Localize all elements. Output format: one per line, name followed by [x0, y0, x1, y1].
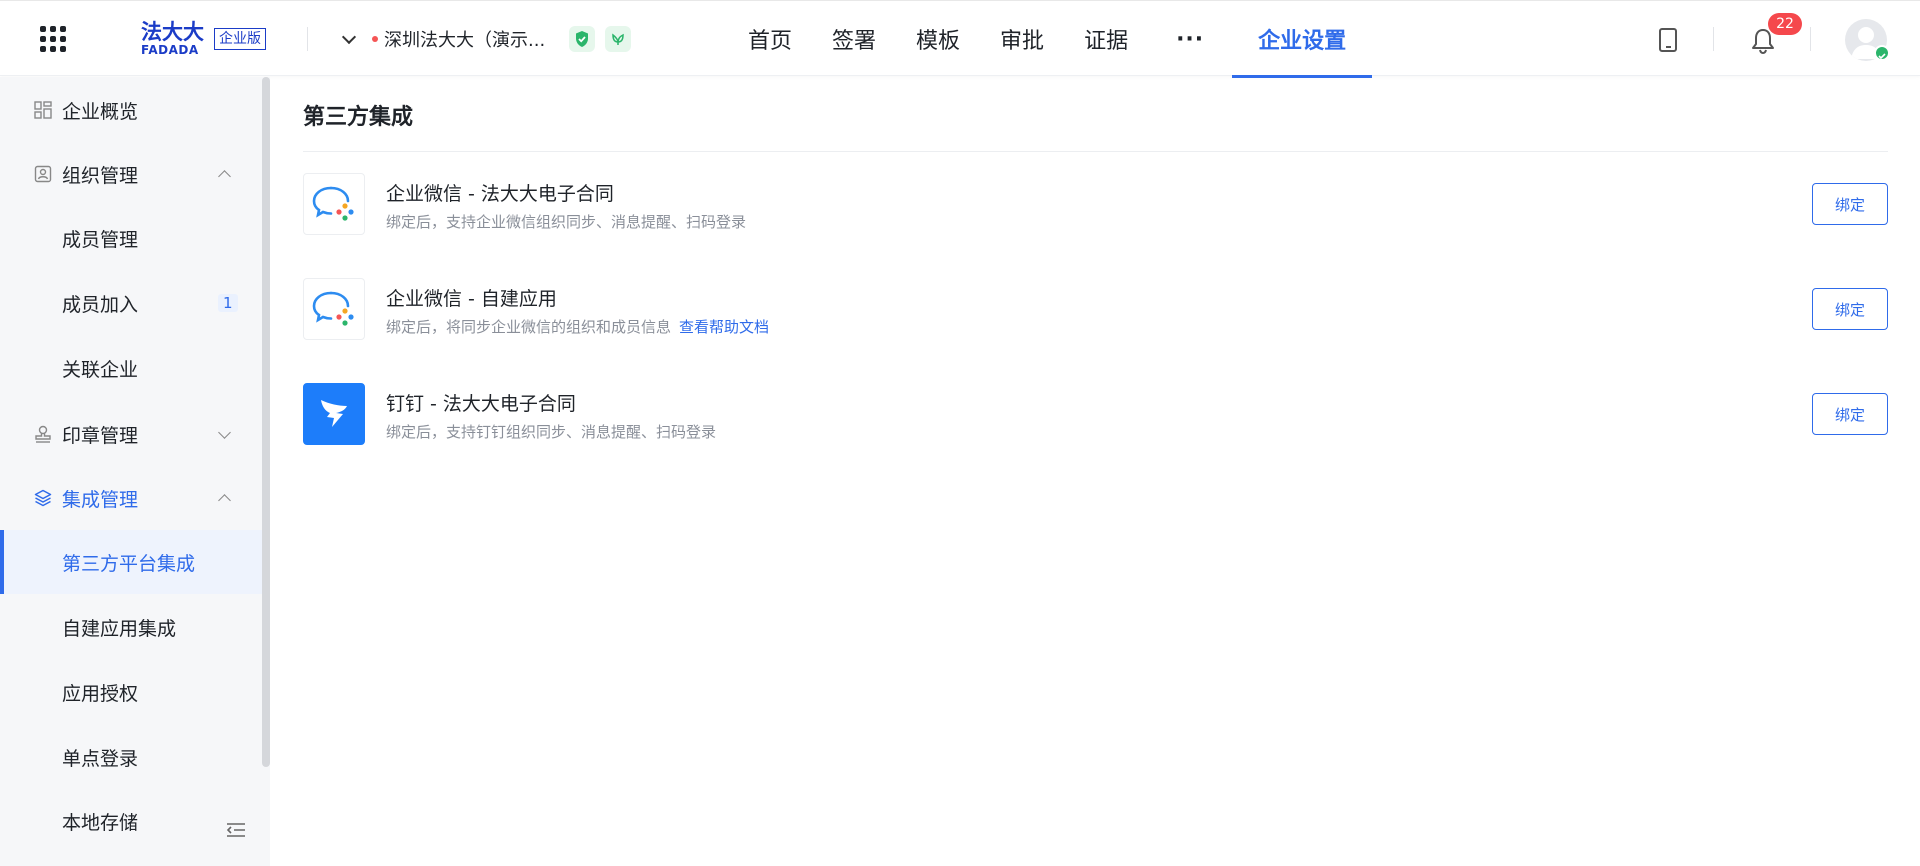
sidebar-item-third-party[interactable]: 第三方平台集成 [0, 530, 262, 594]
sidebar-item-member-join[interactable]: 成员加入 1 [0, 271, 262, 335]
org-icon [34, 165, 52, 183]
layers-icon [34, 489, 52, 507]
sidebar-item-label: 关联企业 [62, 358, 139, 381]
wecom-icon [303, 173, 365, 235]
sidebar-item-label: 本地存储 [62, 811, 139, 834]
brand-mark: 法大大 FADADA [141, 20, 204, 57]
sidebar-item-label: 应用授权 [62, 682, 139, 705]
company-name: 深圳法大大（演示... [384, 30, 546, 51]
wecom-icon [303, 278, 365, 340]
chevron-up-icon [218, 169, 231, 183]
page-title: 第三方集成 [303, 105, 414, 130]
integration-desc: 绑定后，支持钉钉组织同步、消息提醒、扫码登录 [386, 423, 717, 441]
integration-title: 钉钉 - 法大大电子合同 [386, 393, 576, 415]
sidebar-item-seal[interactable]: 印章管理 [0, 402, 262, 466]
sidebar-item-label: 自建应用集成 [62, 617, 177, 640]
main-nav: 首页 签署 模板 审批 证据 ··· 企业设置 [728, 1, 1373, 78]
integration-row: 企业微信 - 法大大电子合同 绑定后，支持企业微信组织同步、消息提醒、扫码登录 … [303, 173, 1888, 237]
integration-row: 钉钉 - 法大大电子合同 绑定后，支持钉钉组织同步、消息提醒、扫码登录 绑定 [303, 383, 1888, 447]
sidebar-item-label: 第三方平台集成 [62, 552, 196, 575]
app-grid-icon[interactable] [40, 26, 66, 52]
nav-more[interactable]: ··· [1148, 1, 1232, 77]
bind-button[interactable]: 绑定 [1812, 288, 1888, 330]
mobile-icon[interactable] [1659, 28, 1677, 52]
sidebar-item-label: 企业概览 [62, 100, 139, 123]
bind-button[interactable]: 绑定 [1812, 393, 1888, 435]
integration-desc: 绑定后，支持企业微信组织同步、消息提醒、扫码登录 [386, 213, 747, 231]
integration-row: 企业微信 - 自建应用 绑定后，将同步企业微信的组织和成员信息 查看帮助文档 绑定 [303, 278, 1888, 342]
sidebar: 企业概览 组织管理 成员管理 成员加入 1 关联企业 印章管理 集成管理 第三方… [0, 77, 270, 866]
collapse-sidebar-icon[interactable] [225, 822, 247, 838]
sidebar-item-members[interactable]: 成员管理 [0, 206, 262, 270]
sidebar-item-label: 组织管理 [62, 164, 139, 187]
notification-badge: 22 [1768, 13, 1802, 35]
sidebar-item-linked-enterprises[interactable]: 关联企业 [0, 336, 262, 400]
header-divider [1810, 27, 1811, 51]
sidebar-item-label: 单点登录 [62, 747, 139, 770]
help-doc-link[interactable]: 查看帮助文档 [679, 318, 769, 336]
count-badge: 1 [218, 294, 238, 312]
header-divider [1713, 27, 1714, 51]
integration-desc: 绑定后，将同步企业微信的组织和成员信息 查看帮助文档 [386, 316, 769, 337]
shield-verified-icon[interactable] [569, 26, 596, 52]
sidebar-scrollbar[interactable] [262, 77, 270, 767]
verified-badge-icon [1874, 45, 1890, 61]
sidebar-item-overview[interactable]: 企业概览 [0, 78, 262, 142]
chevron-down-icon [218, 425, 231, 439]
company-switcher[interactable]: 深圳法大大（演示... [341, 25, 632, 53]
nav-enterprise-settings[interactable]: 企业设置 [1232, 1, 1373, 78]
seal-icon [35, 425, 51, 443]
chevron-up-icon [218, 493, 231, 507]
sidebar-item-label: 成员管理 [62, 228, 139, 251]
nav-template[interactable]: 模板 [896, 1, 980, 77]
overview-icon [34, 101, 52, 119]
integration-title: 企业微信 - 法大大电子合同 [386, 183, 614, 205]
leaf-icon[interactable] [605, 26, 632, 52]
status-dot [372, 36, 378, 42]
logo-cn: 法大大 [141, 20, 204, 44]
dingtalk-icon [303, 383, 365, 445]
logo[interactable]: 法大大 FADADA 企业版 [141, 21, 266, 57]
sidebar-item-label: 印章管理 [62, 424, 139, 447]
bind-button[interactable]: 绑定 [1812, 183, 1888, 225]
sidebar-item-integration[interactable]: 集成管理 [0, 466, 262, 530]
sidebar-item-label: 成员加入 [62, 293, 139, 316]
nav-approval[interactable]: 审批 [980, 1, 1064, 77]
sidebar-item-sso[interactable]: 单点登录 [0, 725, 262, 789]
nav-evidence[interactable]: 证据 [1064, 1, 1148, 77]
integration-title: 企业微信 - 自建应用 [386, 288, 557, 310]
chevron-down-icon [341, 29, 357, 44]
nav-sign[interactable]: 签署 [812, 1, 896, 77]
sidebar-item-org[interactable]: 组织管理 [0, 142, 262, 206]
sidebar-item-self-built[interactable]: 自建应用集成 [0, 595, 262, 659]
sidebar-item-app-auth[interactable]: 应用授权 [0, 660, 262, 724]
top-header: 法大大 FADADA 企业版 深圳法大大（演示... 首页 签署 模板 审批 证… [0, 0, 1920, 78]
integration-desc-text: 绑定后，将同步企业微信的组织和成员信息 [386, 318, 672, 336]
nav-home[interactable]: 首页 [728, 1, 812, 77]
edition-badge: 企业版 [214, 28, 266, 50]
logo-en: FADADA [141, 43, 199, 57]
header-divider [307, 27, 308, 51]
divider [303, 151, 1888, 152]
sidebar-item-local-storage[interactable]: 本地存储 [0, 789, 262, 853]
sidebar-item-label: 集成管理 [62, 488, 139, 511]
